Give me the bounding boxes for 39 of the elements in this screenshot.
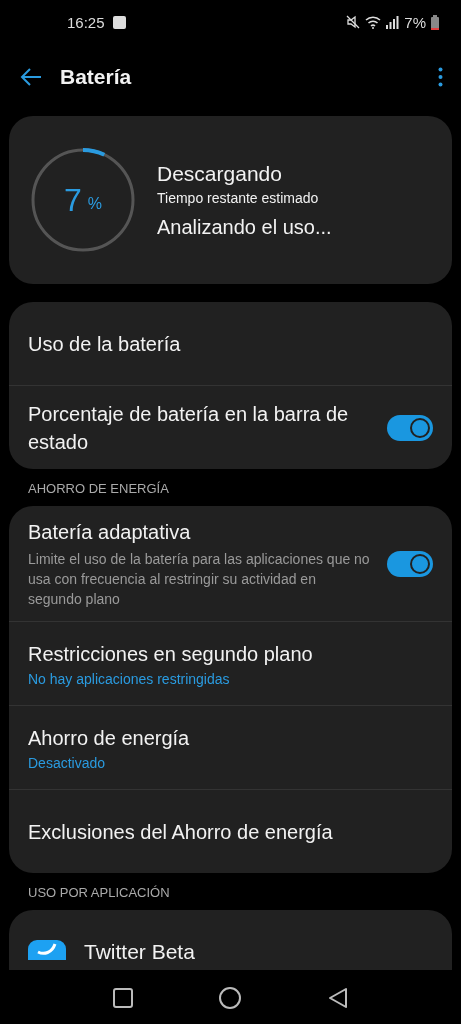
row-title: Exclusiones del Ahorro de energía [28,819,334,845]
toggle-switch[interactable] [387,550,433,577]
more-options-icon[interactable] [438,67,443,87]
charging-status: Descargando [157,161,283,186]
battery-icon [431,14,439,30]
estimate-value: Analizando el uso... [157,215,332,239]
page-title: Batería [60,65,133,89]
toggle-switch[interactable] [387,414,433,441]
row-title: Ahorro de energía [28,726,191,751]
estimate-label: Tiempo restante estimado [157,189,320,206]
back-arrow-icon[interactable] [20,68,42,86]
signal-icon [386,15,400,29]
mute-icon [346,15,361,29]
settings-row[interactable]: Porcentaje de batería en la barra de estado [9,386,452,469]
row-title: Porcentaje de batería en la barra de estado [28,401,350,455]
back-button-icon[interactable] [327,987,348,1009]
recents-button-icon[interactable] [113,988,134,1008]
row-title: Batería adaptativa [28,520,192,545]
row-title: Restricciones en segundo plano [28,642,314,667]
clock: 16:25 [67,13,105,31]
battery-percent-value: 7 [64,181,82,219]
battery-percent: 7% [404,13,426,31]
settings-row[interactable]: Restricciones en segundo plano No hay aplicaciones restringidas [9,622,452,706]
percent-unit: % [87,195,102,213]
app-notification-icon [112,15,126,29]
settings-row[interactable]: Exclusiones del Ahorro de energía [9,790,452,873]
row-summary: No hay aplicaciones restringidas [28,671,231,687]
row-description: Limite el uso de la batería para las aplicaciones que no usa con frecuencia al restringir su actividad en segundo plano [28,550,371,609]
settings-row[interactable]: Ahorro de energía Desactivado [9,706,452,790]
section-header: USO POR APLICACIÓN [27,885,171,900]
row-title: Uso de la batería [28,331,182,357]
app-icon[interactable] [28,940,66,960]
row-summary: Desactivado [28,755,107,771]
app-name: Twitter Beta [84,940,195,964]
settings-row[interactable]: Uso de la batería [9,302,452,386]
wifi-icon [365,15,382,29]
settings-row[interactable]: Batería adaptativa Limite el uso de la batería para las aplicaciones que no usa con frecuencia al restringir su actividad en segundo plano [9,506,452,622]
home-button-icon[interactable] [219,987,242,1009]
section-header: AHORRO DE ENERGÍA [27,481,170,496]
